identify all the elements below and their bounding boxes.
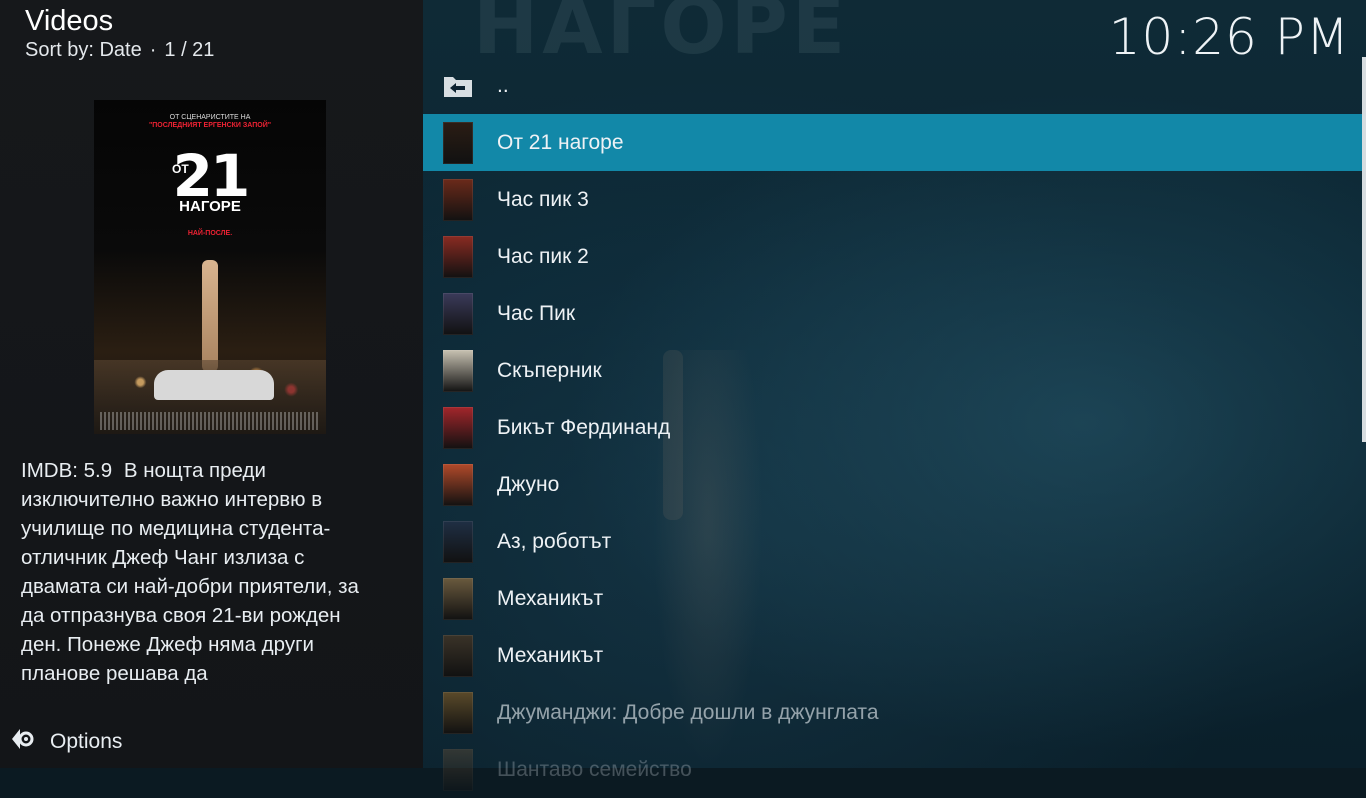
video-thumbnail (443, 691, 473, 734)
video-title: Скъперник (497, 358, 602, 382)
video-thumbnail (443, 121, 473, 164)
imdb-rating: IMDB: 5.9 (21, 459, 113, 482)
list-item[interactable]: Механикът (423, 627, 1362, 684)
item-position: 1 / 21 (164, 39, 215, 61)
video-thumbnail (443, 178, 473, 221)
video-title: Шантаво семейство (497, 757, 692, 781)
video-thumbnail (443, 520, 473, 563)
video-title: Бикът Фердинанд (497, 415, 671, 439)
list-scrollbar[interactable] (1362, 57, 1366, 442)
list-item[interactable]: Скъперник (423, 342, 1362, 399)
info-panel: Videos Sort by: Date · 1 / 21 ОТ СЦЕНАРИСТ… (0, 0, 423, 768)
poster-slogan: НАЙ-ПОСЛЕ. (187, 230, 233, 237)
video-thumbnail (443, 292, 473, 335)
video-title: Час пик 3 (497, 187, 589, 211)
video-list: .. От 21 нагоре Час пик 3 Час пик 2 Час … (423, 57, 1362, 798)
list-item[interactable]: Аз, роботът (423, 513, 1362, 570)
options-label: Options (50, 730, 123, 753)
options-button[interactable]: Options (10, 726, 122, 758)
poster-car (154, 370, 274, 400)
list-item[interactable]: Механикът (423, 570, 1362, 627)
plot-text: В нощта преди изключително важно интервю… (21, 459, 359, 685)
poster-word: НАГОРЕ (179, 198, 241, 215)
poster-tagline-top: ОТ СЦЕНАРИСТИТЕ НА (169, 114, 251, 121)
list-item-parent-folder[interactable]: .. (423, 57, 1362, 114)
list-item[interactable]: Джуно (423, 456, 1362, 513)
video-thumbnail (443, 577, 473, 620)
list-item[interactable]: Шантаво семейство (423, 741, 1362, 798)
sort-label: Sort by: Date (25, 39, 142, 61)
movie-poster: ОТ СЦЕНАРИСТИТЕ НА "ПОСЛЕДНИЯТ ЕРГЕНСКИ … (94, 100, 326, 434)
video-title: Джуманджи: Добре дошли в джунглата (497, 700, 879, 724)
plot-summary: IMDB: 5.9 В нощта преди изключително важ… (21, 456, 371, 688)
poster-credits (100, 412, 320, 430)
separator-dot: · (149, 39, 157, 61)
video-title: Час Пик (497, 301, 576, 325)
list-item[interactable]: Джуманджи: Добре дошли в джунглата (423, 684, 1362, 741)
list-item[interactable]: От 21 нагоре (423, 114, 1362, 171)
list-item[interactable]: Час пик 2 (423, 228, 1362, 285)
video-thumbnail (443, 349, 473, 392)
video-thumbnail (443, 634, 473, 677)
poster-figure (202, 260, 218, 372)
video-title: От 21 нагоре (497, 130, 624, 154)
video-title: Аз, роботът (497, 529, 612, 553)
sort-info: Sort by: Date · 1 / 21 (25, 39, 214, 62)
video-title: Механикът (497, 643, 604, 667)
page-title: Videos (25, 5, 114, 37)
parent-folder-label: .. (497, 73, 509, 97)
video-thumbnail (443, 463, 473, 506)
video-thumbnail (443, 748, 473, 791)
poster-prefix: ОТ (172, 162, 189, 176)
list-item[interactable]: Бикът Фердинанд (423, 399, 1362, 456)
list-item[interactable]: Час пик 3 (423, 171, 1362, 228)
video-title: Механикът (497, 586, 604, 610)
list-item[interactable]: Час Пик (423, 285, 1362, 342)
video-thumbnail (443, 235, 473, 278)
video-title: Джуно (497, 472, 560, 496)
video-title: Час пик 2 (497, 244, 589, 268)
options-icon (10, 726, 36, 758)
poster-tagline-red: "ПОСЛЕДНИЯТ ЕРГЕНСКИ ЗАПОЙ" (148, 122, 272, 129)
folder-back-icon (443, 74, 473, 98)
video-thumbnail (443, 406, 473, 449)
